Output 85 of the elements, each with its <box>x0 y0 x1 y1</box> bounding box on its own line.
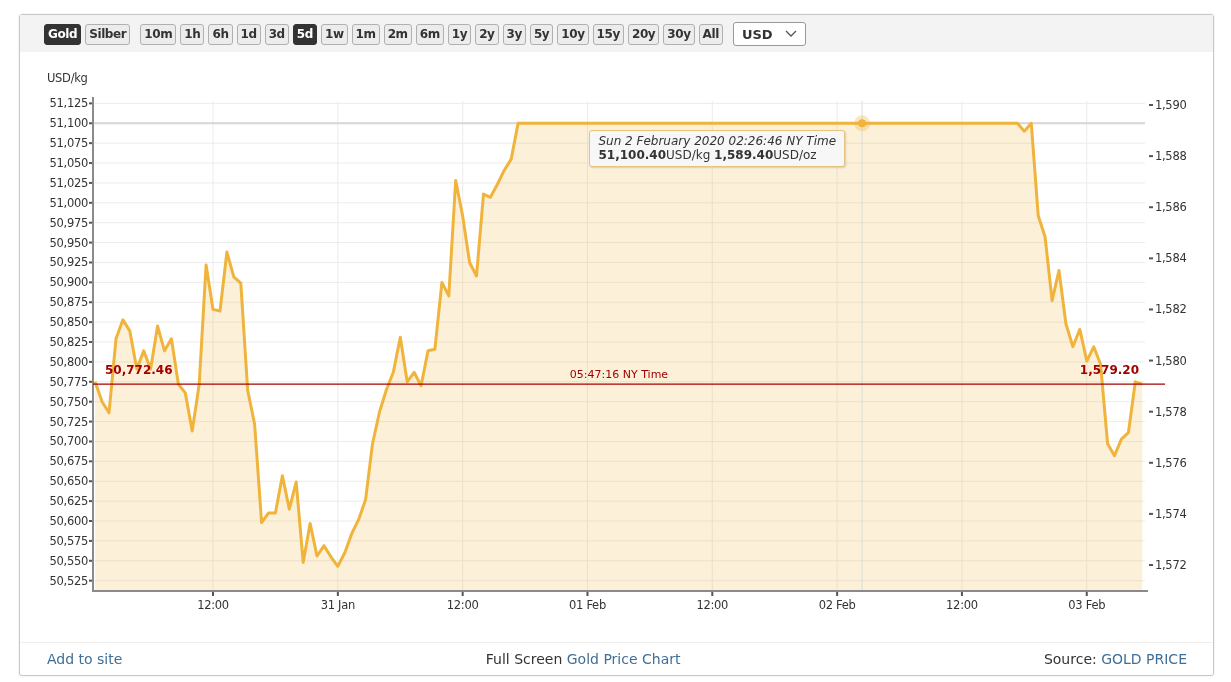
right-axis-label: 1,578 <box>1149 404 1187 419</box>
x-tick-label: 02 Feb <box>818 598 856 612</box>
x-tick-label: 12:00 <box>696 598 729 612</box>
y-axis-label: 50,775 <box>49 374 93 389</box>
range-button[interactable]: All <box>698 23 723 45</box>
y-axis-label: 50,550 <box>49 553 93 568</box>
right-axis-label: 1,580 <box>1149 353 1187 368</box>
right-axis-label: 1,586 <box>1149 200 1187 215</box>
x-axis-label: 01 Feb <box>569 592 606 612</box>
x-axis-label: 12:00 <box>446 592 479 612</box>
y-axis-label: 50,925 <box>49 255 93 270</box>
right-axis-label: 1,576 <box>1149 455 1187 470</box>
x-tick-label: 31 Jan <box>320 598 355 612</box>
range-button[interactable]: 1y <box>447 23 472 45</box>
y-axis-label: 51,050 <box>49 156 93 171</box>
x-tick-label: 01 Feb <box>569 598 606 612</box>
y-axis-label: 50,725 <box>49 414 93 429</box>
range-button[interactable]: 5y <box>529 23 554 45</box>
x-tick-label: 12:00 <box>946 598 978 612</box>
right-axis-label: 1,590 <box>1149 98 1187 112</box>
right-axis-label: 1,584 <box>1149 251 1187 266</box>
range-button[interactable]: 1m <box>351 23 380 45</box>
range-button[interactable]: 10m <box>140 23 177 45</box>
x-axis-label: 03 Feb <box>1068 592 1106 612</box>
range-button[interactable]: 2m <box>383 23 412 45</box>
y-axis-label: 50,800 <box>49 354 93 369</box>
x-tick-label: 12:00 <box>446 598 479 612</box>
range-button[interactable]: 3d <box>264 23 289 45</box>
chevron-down-icon <box>784 30 797 38</box>
y-axis-label: 50,875 <box>49 295 93 310</box>
y-axis-label: 51,025 <box>49 175 93 190</box>
y-axis-label: 50,950 <box>49 235 93 250</box>
x-axis-label: 31 Jan <box>320 592 355 612</box>
range-button[interactable]: 15y <box>592 23 624 45</box>
right-axis-label: 1,582 <box>1149 302 1187 317</box>
right-axis-label: 1,588 <box>1149 149 1187 164</box>
y-axis-label: 50,975 <box>49 215 93 230</box>
x-axis-label: 02 Feb <box>818 592 856 612</box>
full-screen-label: Full Screen <box>485 651 563 667</box>
y-axis-label: 50,850 <box>49 315 93 330</box>
metal-button[interactable]: Gold <box>44 23 82 45</box>
y-axis-label: 51,075 <box>49 136 93 151</box>
add-to-site-link[interactable]: Add to site <box>47 651 123 667</box>
x-tick-label: 12:00 <box>197 598 229 612</box>
right-axis-label: 1,574 <box>1149 506 1187 521</box>
y-axis-label: 51,000 <box>49 195 93 210</box>
y-tick-label: 50,825 <box>49 335 88 350</box>
x-axis-label: 12:00 <box>696 592 729 612</box>
range-button[interactable]: 20y <box>627 23 660 45</box>
y-axis-label: 51,125 <box>49 96 93 111</box>
y-axis-label: 50,900 <box>49 275 93 290</box>
chart-link[interactable]: Gold Price Chart <box>566 651 681 667</box>
x-axis-label: 12:00 <box>197 592 229 612</box>
range-button[interactable]: 3y <box>502 23 526 45</box>
x-axis-label: 12:00 <box>946 592 978 612</box>
metal-button[interactable]: Silber <box>85 23 131 45</box>
y-axis-label: 50,650 <box>49 474 93 489</box>
range-button[interactable]: 5d <box>292 23 317 45</box>
axis-title: USD/kg <box>47 71 88 85</box>
y-axis-label: 50,525 <box>49 573 93 588</box>
range-button[interactable]: 1w <box>320 23 348 45</box>
tooltip-date: Sun 2 February 2020 02:26:46 NY Time <box>598 134 837 149</box>
range-button[interactable]: 6h <box>208 23 233 45</box>
range-button[interactable]: 6m <box>415 23 444 45</box>
y-axis-label: 51,100 <box>49 116 93 131</box>
tooltip-price: 51,100.40USD/kg 1,589.40USD/oz <box>598 148 818 163</box>
hover-point-marker <box>854 115 871 132</box>
y-axis-label: 50,625 <box>49 494 93 509</box>
current-time-label: 05:47:16 NY Time <box>569 368 669 382</box>
currency-dropdown[interactable]: USD <box>732 22 806 46</box>
x-tick-label: 03 Feb <box>1068 598 1106 612</box>
y-axis-label: 50,700 <box>49 434 93 449</box>
range-button[interactable]: 1d <box>236 23 261 45</box>
y-axis-label: 50,750 <box>49 394 93 409</box>
y-axis-label: 50,575 <box>49 533 93 548</box>
source-link[interactable]: GOLD PRICE <box>1101 651 1187 667</box>
y-axis-label: 50,600 <box>49 514 93 528</box>
range-button[interactable]: 1h <box>180 23 205 45</box>
source-label: Source: <box>1043 651 1097 667</box>
range-button[interactable]: 10y <box>557 23 589 45</box>
y-axis-label: 50,825 <box>49 335 93 349</box>
range-button[interactable]: 30y <box>663 23 695 45</box>
y-axis-label: 50,675 <box>49 454 93 469</box>
right-axis-label: 1,572 <box>1149 558 1187 572</box>
range-button[interactable]: 2y <box>475 23 499 45</box>
